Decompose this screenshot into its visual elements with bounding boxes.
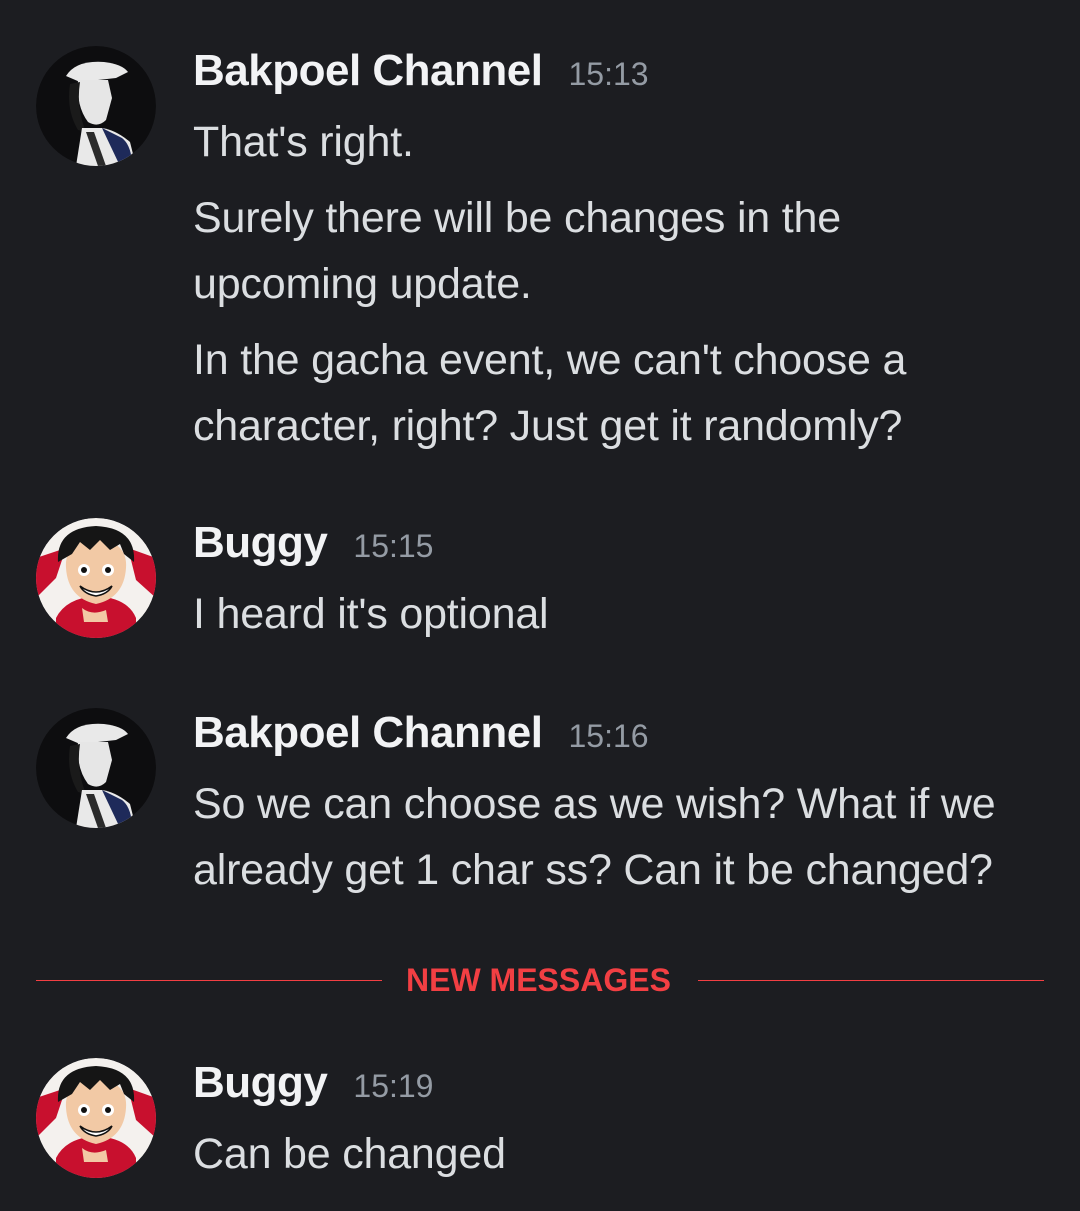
message-text: In the gacha event, we can't choose a bbox=[193, 336, 907, 384]
new-messages-label: NEW MESSAGES bbox=[406, 962, 671, 998]
timestamp: 15:13 bbox=[568, 56, 649, 92]
avatar[interactable] bbox=[36, 46, 156, 166]
message-header: Buggy 15:15 bbox=[193, 518, 433, 578]
new-messages-divider: NEW MESSAGES bbox=[36, 962, 1044, 998]
username[interactable]: Buggy bbox=[193, 518, 328, 568]
message-text: character, right? Just get it randomly? bbox=[193, 402, 903, 450]
message-text: So we can choose as we wish? What if we bbox=[193, 780, 996, 828]
timestamp: 15:19 bbox=[353, 1068, 434, 1104]
message-text: already get 1 char ss? Can it be changed… bbox=[193, 846, 993, 894]
message-text: Can be changed bbox=[193, 1130, 506, 1178]
avatar[interactable] bbox=[36, 1058, 156, 1178]
anime-character-avatar-icon bbox=[36, 518, 156, 638]
message-text: upcoming update. bbox=[193, 260, 532, 308]
username[interactable]: Buggy bbox=[193, 1058, 328, 1108]
hooded-figure-avatar-icon bbox=[36, 46, 156, 166]
message-text: I heard it's optional bbox=[193, 590, 549, 638]
username[interactable]: Bakpoel Channel bbox=[193, 708, 543, 758]
divider-line bbox=[698, 980, 1044, 981]
divider-line bbox=[36, 980, 382, 981]
username[interactable]: Bakpoel Channel bbox=[193, 46, 543, 96]
message-header: Bakpoel Channel 15:13 bbox=[193, 46, 649, 106]
anime-character-avatar-icon bbox=[36, 1058, 156, 1178]
message-text: That's right. bbox=[193, 118, 414, 166]
avatar[interactable] bbox=[36, 518, 156, 638]
timestamp: 15:15 bbox=[353, 528, 434, 564]
timestamp: 15:16 bbox=[568, 718, 649, 754]
hooded-figure-avatar-icon bbox=[36, 708, 156, 828]
message-header: Bakpoel Channel 15:16 bbox=[193, 708, 649, 768]
avatar[interactable] bbox=[36, 708, 156, 828]
message-header: Buggy 15:19 bbox=[193, 1058, 433, 1118]
message-text: Surely there will be changes in the bbox=[193, 194, 841, 242]
